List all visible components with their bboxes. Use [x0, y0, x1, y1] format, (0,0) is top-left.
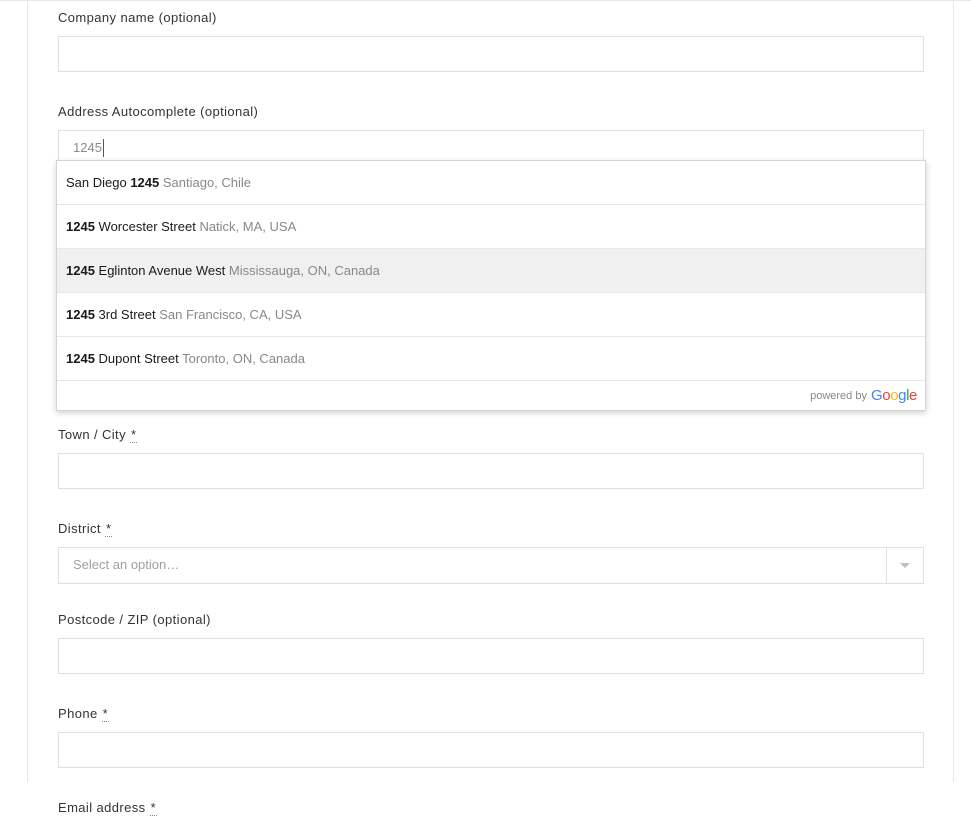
autocomplete-item-secondary: Toronto, ON, Canada: [179, 351, 305, 366]
district-field-group: District * Select an option…: [58, 521, 926, 584]
autocomplete-attribution: powered by Google: [57, 380, 925, 410]
autocomplete-item-main: 1245 3rd Street: [66, 307, 156, 322]
city-required-asterisk: *: [130, 427, 137, 443]
district-label: District *: [58, 521, 926, 536]
email-required-asterisk: *: [150, 800, 157, 816]
google-logo: Google: [871, 387, 917, 404]
phone-label-text: Phone: [58, 706, 98, 721]
city-field-group: Town / City *: [58, 427, 926, 489]
billing-form: Company name (optional) Address Autocomp…: [58, 10, 926, 826]
address-autocomplete-label-text: Address Autocomplete: [58, 104, 196, 119]
district-select-placeholder: Select an option…: [59, 548, 886, 583]
autocomplete-item-secondary: Santiago, Chile: [159, 175, 251, 190]
address-autocomplete-dropdown: San Diego 1245 Santiago, Chile1245 Worce…: [56, 160, 926, 411]
email-label-text: Email address: [58, 800, 146, 815]
company-label: Company name (optional): [58, 10, 926, 25]
postcode-input[interactable]: [58, 638, 924, 674]
panel-border-left: [27, 0, 28, 782]
autocomplete-item-main: 1245 Dupont Street: [66, 351, 179, 366]
autocomplete-item-secondary: Natick, MA, USA: [196, 219, 296, 234]
postcode-optional-text: (optional): [153, 612, 211, 627]
address-autocomplete-label: Address Autocomplete (optional): [58, 104, 926, 119]
city-label: Town / City *: [58, 427, 926, 442]
autocomplete-item-main: San Diego 1245: [66, 175, 159, 190]
address-autocomplete-optional-text: (optional): [200, 104, 258, 119]
postcode-field-group: Postcode / ZIP (optional): [58, 612, 926, 674]
company-label-text: Company name: [58, 10, 155, 25]
autocomplete-item-main: 1245 Worcester Street: [66, 219, 196, 234]
phone-label: Phone *: [58, 706, 926, 721]
address-autocomplete-field-group: Address Autocomplete (optional) 1245: [58, 104, 926, 166]
phone-input[interactable]: [58, 732, 924, 768]
email-label: Email address *: [58, 800, 926, 815]
company-field-group: Company name (optional): [58, 10, 926, 72]
autocomplete-item[interactable]: 1245 3rd Street San Francisco, CA, USA: [57, 292, 925, 336]
autocomplete-item-secondary: Mississauga, ON, Canada: [225, 263, 380, 278]
company-optional-text: (optional): [159, 10, 217, 25]
city-label-text: Town / City: [58, 427, 126, 442]
email-field-group: Email address *: [58, 800, 926, 815]
panel-border-right: [953, 0, 954, 782]
phone-field-group: Phone *: [58, 706, 926, 768]
postcode-label-text: Postcode / ZIP: [58, 612, 149, 627]
district-required-asterisk: *: [105, 521, 112, 537]
company-input[interactable]: [58, 36, 924, 72]
powered-by-text: powered by: [810, 390, 867, 402]
autocomplete-item[interactable]: 1245 Dupont Street Toronto, ON, Canada: [57, 336, 925, 380]
autocomplete-item-main: 1245 Eglinton Avenue West: [66, 263, 225, 278]
city-input[interactable]: [58, 453, 924, 489]
autocomplete-item[interactable]: 1245 Worcester Street Natick, MA, USA: [57, 204, 925, 248]
top-border: [0, 0, 971, 1]
district-label-text: District: [58, 521, 101, 536]
autocomplete-item[interactable]: San Diego 1245 Santiago, Chile: [57, 161, 925, 204]
district-select[interactable]: Select an option…: [58, 547, 924, 584]
autocomplete-item-secondary: San Francisco, CA, USA: [156, 307, 302, 322]
chevron-down-icon: [886, 548, 923, 583]
postcode-label: Postcode / ZIP (optional): [58, 612, 926, 627]
phone-required-asterisk: *: [102, 706, 109, 722]
address-autocomplete-list: San Diego 1245 Santiago, Chile1245 Worce…: [57, 161, 925, 380]
autocomplete-item[interactable]: 1245 Eglinton Avenue West Mississauga, O…: [57, 248, 925, 292]
address-autocomplete-value: 1245: [73, 139, 104, 157]
